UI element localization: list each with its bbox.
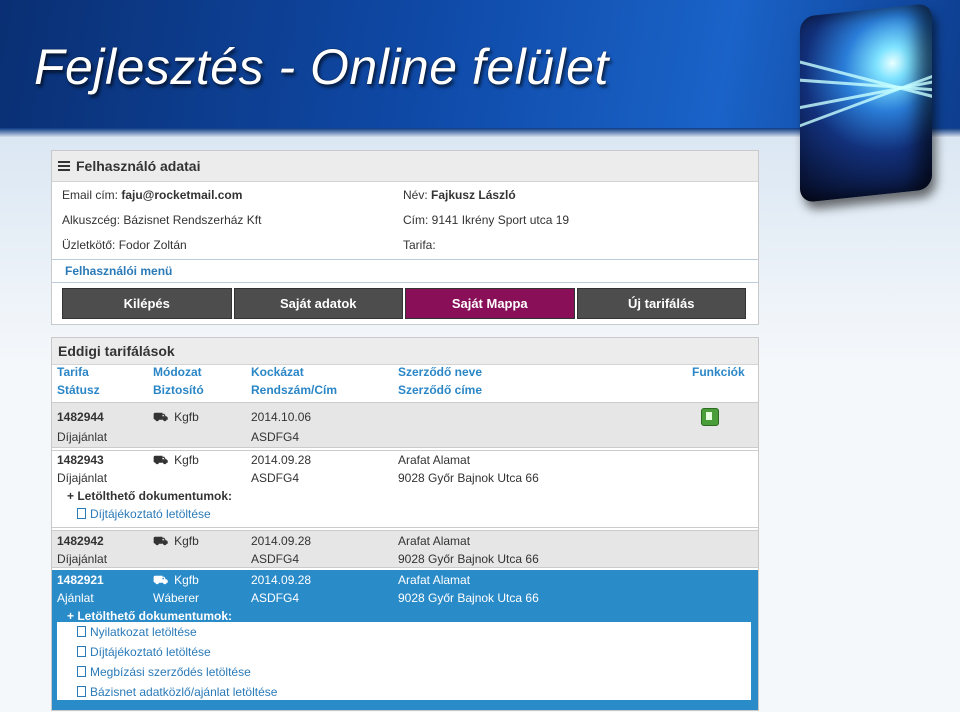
car-icon: ⛟ <box>153 573 169 587</box>
row-status: Díjajánlat <box>57 552 108 566</box>
row-id: 1482943 <box>57 453 104 467</box>
own-folder-button[interactable]: Saját Mappa <box>405 288 575 319</box>
name-row: Név: Fajkusz László <box>403 188 516 202</box>
row-status: Ajánlat <box>57 591 94 605</box>
row-date: 2014.09.28 <box>251 453 312 467</box>
car-icon: ⛟ <box>153 453 169 467</box>
document-icon-button[interactable] <box>701 408 719 426</box>
address-row: Cím: 9141 Ikrény Sport utca 19 <box>403 213 570 227</box>
col-funkciok: Funkciók <box>692 365 745 379</box>
row-address: 9028 Győr Bajnok Utca 66 <box>398 552 539 566</box>
col-statusz[interactable]: Státusz <box>57 383 100 397</box>
partner-row: Alkuszcég: Bázisnet Rendszerház Kft <box>62 213 262 227</box>
row-address: 9028 Győr Bajnok Utca 66 <box>398 471 539 485</box>
docs-toggle[interactable]: + Letölthető dokumentumok: <box>67 609 232 623</box>
email-label: Email cím: <box>62 188 122 202</box>
user-menu-bar: Kilépés Saját adatok Saját Mappa Új tari… <box>62 288 746 319</box>
new-tariff-button[interactable]: Új tarifálás <box>576 288 746 319</box>
download-link-label: Bázisnet adatközlő/ajánlat letöltése <box>90 685 278 699</box>
row-date: 2014.10.06 <box>251 410 312 424</box>
row-type-label: Kgfb <box>174 573 199 587</box>
col-rendszam[interactable]: Rendszám/Cím <box>251 383 337 397</box>
download-link[interactable]: Díjtájékoztató letöltése <box>77 507 211 521</box>
row-type: ⛟ Kgfb <box>153 453 199 469</box>
row-status: Díjajánlat <box>57 471 108 485</box>
decorative-cube-image <box>800 3 932 203</box>
menu-icon <box>58 159 70 173</box>
car-icon: ⛟ <box>153 410 169 424</box>
col-modozat[interactable]: Módozat <box>153 365 202 379</box>
car-icon: ⛟ <box>153 534 169 548</box>
row-id: 1482921 <box>57 573 104 587</box>
col-szerzodo-cime[interactable]: Szerződő címe <box>398 383 482 397</box>
slide-title: Fejlesztés - Online felület <box>34 39 609 95</box>
file-icon <box>77 646 86 657</box>
user-menu-label: Felhasználói menü <box>52 259 758 283</box>
own-data-button[interactable]: Saját adatok <box>233 288 403 319</box>
download-link[interactable]: Bázisnet adatközlő/ajánlat letöltése <box>77 685 277 699</box>
download-link-label: Nyilatkozat letöltése <box>90 625 197 639</box>
file-icon <box>77 626 86 637</box>
row-id: 1482944 <box>57 410 104 424</box>
email-value: faju@rocketmail.com <box>121 188 243 202</box>
email-row: Email cím: faju@rocketmail.com <box>62 188 242 202</box>
row-date: 2014.09.28 <box>251 573 312 587</box>
row-address: 9028 Győr Bajnok Utca 66 <box>398 591 539 605</box>
docs-toggle[interactable]: + Letölthető dokumentumok: <box>67 489 232 503</box>
row-name: Arafat Alamat <box>398 453 471 467</box>
logout-button[interactable]: Kilépés <box>62 288 232 319</box>
row-type-label: Kgfb <box>174 410 199 424</box>
download-link-label: Díjtájékoztató letöltése <box>90 645 211 659</box>
agent-row: Üzletkötő: Fodor Zoltán <box>62 238 187 252</box>
row-insurer: Wáberer <box>153 591 200 605</box>
file-icon <box>77 686 86 697</box>
download-link[interactable]: Megbízási szerződés letöltése <box>77 665 251 679</box>
row-type-label: Kgfb <box>174 534 199 548</box>
file-icon <box>77 666 86 677</box>
user-data-panel: Felhasználó adatai Email cím: faju@rocke… <box>51 150 759 325</box>
history-panel-header: Eddigi tarifálások <box>52 338 758 365</box>
name-label: Név: <box>403 188 432 202</box>
user-panel-title: Felhasználó adatai <box>76 158 201 174</box>
row-type: ⛟ Kgfb <box>153 410 199 426</box>
row-name: Arafat Alamat <box>398 573 471 587</box>
table-row[interactable]: 1482942 Díjajánlat ⛟ Kgfb 2014.09.28 ASDF… <box>52 530 758 568</box>
file-icon <box>77 508 86 519</box>
row-plate: ASDFG4 <box>251 591 300 605</box>
row-id: 1482942 <box>57 534 104 548</box>
col-tarifa[interactable]: Tarifa <box>57 365 89 379</box>
row-status: Díjajánlat <box>57 430 108 444</box>
history-title: Eddigi tarifálások <box>58 343 175 359</box>
download-link-label: Megbízási szerződés letöltése <box>90 665 251 679</box>
row-name: Arafat Alamat <box>398 534 471 548</box>
download-link[interactable]: Díjtájékoztató letöltése <box>77 645 211 659</box>
download-link[interactable]: Nyilatkozat letöltése <box>77 625 197 639</box>
col-szerzodo-neve[interactable]: Szerződő neve <box>398 365 482 379</box>
row-date: 2014.09.28 <box>251 534 312 548</box>
col-biztosito[interactable]: Biztosító <box>153 383 204 397</box>
history-panel: Eddigi tarifálások Tarifa Státusz Módoza… <box>51 337 759 711</box>
row-plate: ASDFG4 <box>251 471 300 485</box>
name-value: Fajkusz László <box>431 188 516 202</box>
table-row[interactable]: 1482944 Díjajánlat ⛟ Kgfb 2014.10.06 ASDF… <box>52 402 758 448</box>
download-link-label: Díjtájékoztató letöltése <box>90 507 211 521</box>
row-plate: ASDFG4 <box>251 430 300 444</box>
user-panel-header: Felhasználó adatai <box>52 151 758 182</box>
table-row[interactable]: 1482943 Díjajánlat ⛟ Kgfb 2014.09.28 ASDF… <box>52 450 758 528</box>
row-type: ⛟ Kgfb <box>153 573 199 589</box>
tariff-row: Tarifa: <box>403 238 436 252</box>
table-row-selected[interactable]: 1482921 Ajánlat ⛟ Kgfb Wáberer 2014.09.28… <box>52 570 758 710</box>
row-type: ⛟ Kgfb <box>153 534 199 550</box>
row-type-label: Kgfb <box>174 453 199 467</box>
row-plate: ASDFG4 <box>251 552 300 566</box>
col-kockazat[interactable]: Kockázat <box>251 365 304 379</box>
documents-box: Nyilatkozat letöltése Díjtájékoztató let… <box>57 622 751 700</box>
